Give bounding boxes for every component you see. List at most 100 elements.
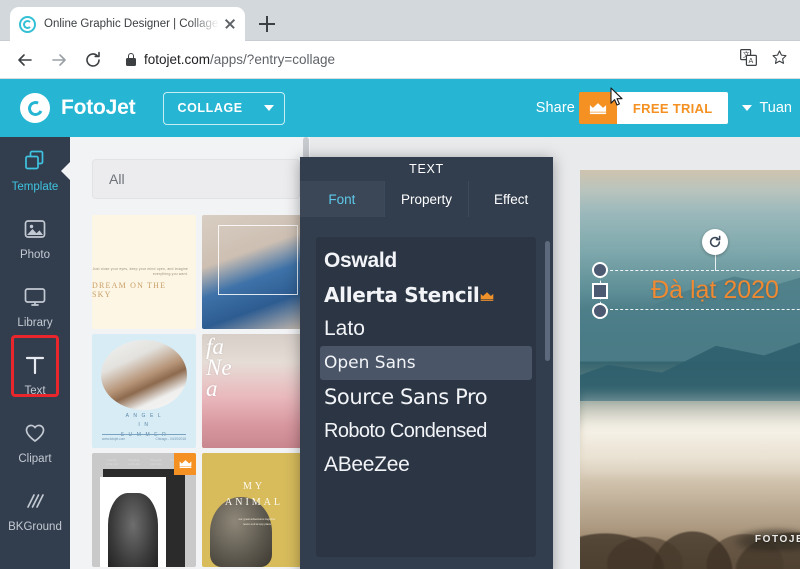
canvas-text-value: Đà lạt 2020 [651,275,779,304]
divider [102,434,186,435]
omnibar-icons: 文 A [740,48,800,71]
fotojet-watermark: FOTOJET [754,534,800,545]
template-card-blue-fabric[interactable] [202,215,306,329]
template-card-my-animal[interactable]: MY ANIMAL our great adventures together … [202,453,306,567]
forward-arrow-icon[interactable] [42,43,76,77]
premium-crown-icon [480,283,494,307]
premium-crown-icon [174,453,196,475]
new-tab-button[interactable] [255,12,279,36]
font-option-open-sans[interactable]: Open Sans [320,346,532,380]
template-card-subtitle: our great adventures together never end … [238,517,276,526]
handle-bottom-left[interactable] [592,303,608,319]
address-bar[interactable]: fotojet.com/apps/?entry=collage [114,47,734,73]
url-text: fotojet.com/apps/?entry=collage [144,52,335,67]
reload-icon[interactable] [76,43,110,77]
template-card-title-line1: MY [242,481,266,492]
rotate-handle[interactable] [702,229,728,255]
template-card-caption: Just close your eyes, keep your mind ope… [92,266,188,276]
sidebar-item-photo[interactable]: Photo [0,205,70,273]
screen: Online Graphic Designer | Collage fotoje… [0,0,800,569]
fotojet-favicon-icon [19,15,36,33]
tab-effect[interactable]: Effect [469,181,553,217]
url-path: /apps/?entry=collage [210,52,335,67]
template-card-script-text: fa Ne a [206,334,232,402]
font-option-abeezee[interactable]: ABeeZee [316,448,536,482]
text-panel-tabs: Font Property Effect [300,181,553,217]
mouse-cursor [610,87,623,106]
template-filter-dropdown[interactable]: All [92,159,300,199]
mode-dropdown-label: COLLAGE [177,101,243,115]
font-option-source-sans-pro[interactable]: Source Sans Pro [316,380,536,414]
font-option-allerta-stencil[interactable]: Allerta Stencil [316,278,536,312]
free-trial-label: FREE TRIAL [616,92,729,124]
font-list[interactable]: Oswald Allerta Stencil Lato Open Sans So… [316,237,536,557]
url-domain: fotojet.com [144,52,211,67]
back-arrow-icon[interactable] [8,43,42,77]
chevron-down-icon [742,105,753,111]
font-option-roboto-condensed[interactable]: Roboto Condensed [316,414,536,448]
user-menu[interactable]: Tuan [742,100,800,116]
sidebar-item-text[interactable]: Text [0,341,70,409]
translate-icon[interactable]: 文 A [740,48,757,71]
close-icon[interactable] [221,15,239,33]
tab-font[interactable]: Font [300,181,385,217]
browser-tab-title: Online Graphic Designer | Collage [44,18,219,30]
sidebar-item-label: Photo [19,249,51,261]
font-option-label: Allerta Stencil [324,283,480,307]
browser-toolbar: fotojet.com/apps/?entry=collage 文 A [0,41,800,79]
sidebar-item-label: BKGround [8,521,62,533]
hatch-pattern-icon [23,489,47,516]
template-card-portrait [108,493,158,567]
sidebar-item-label: Library [17,317,53,329]
template-grid: Just close your eyes, keep your mind ope… [92,215,306,569]
template-card-hand-lettering-pink[interactable]: fa Ne a [202,334,306,448]
text-panel: TEXT Font Property Effect Oswald Allerta… [300,157,553,569]
sidebar-item-template[interactable]: Template [0,137,71,205]
chevron-down-icon [264,105,275,111]
templates-panel: All Just close your eyes, keep your mind… [70,137,310,569]
fotojet-logo-icon [20,93,50,123]
template-card-frame [218,225,298,295]
svg-text:A: A [749,57,754,65]
font-option-oswald[interactable]: Oswald [316,244,536,278]
font-option-lato[interactable]: Lato [316,312,536,346]
mode-dropdown[interactable]: COLLAGE [163,91,286,125]
text-t-icon [23,353,47,380]
template-filter-value: All [109,171,125,187]
template-card-angel-in-summer[interactable]: A N G E L I N S U M M E R www.fotojet.co… [92,334,196,448]
template-card-title: DREAM ON THE SKY [92,281,167,299]
bookmark-star-icon[interactable] [771,49,788,71]
font-option-label: Oswald [324,249,397,272]
app-header: FotoJet COLLAGE Share FREE TRIAL Tuan [0,79,800,137]
sidebar-item-library[interactable]: Library [0,273,70,341]
template-card-photo [101,340,187,410]
template-card-footer: www.fotojet.com Chicago - 04/19/2018 [102,437,186,441]
template-card-title-line2: ANIMAL [225,497,283,508]
tool-rail: Template Photo Library Text Clipart BKGr… [0,137,71,569]
brand-logo[interactable]: FotoJet [20,93,136,123]
sidebar-item-clipart[interactable]: Clipart [0,409,70,477]
template-card-dream-on-the-sky[interactable]: Just close your eyes, keep your mind ope… [92,215,196,329]
browser-tab[interactable]: Online Graphic Designer | Collage [10,7,245,41]
text-panel-title: TEXT [409,162,444,176]
rotate-handle-stem [715,255,716,271]
header-actions: Share FREE TRIAL Tuan [536,79,800,137]
font-option-label: Roboto Condensed [324,419,487,442]
share-button[interactable]: Share [536,100,581,116]
free-trial-button[interactable]: FREE TRIAL [578,92,729,124]
sidebar-item-bkground[interactable]: BKGround [0,477,70,545]
font-option-label: Source Sans Pro [324,385,488,409]
handle-top-left[interactable] [592,262,608,278]
monitor-icon [23,285,47,312]
handle-middle-left[interactable] [592,283,608,299]
tab-property[interactable]: Property [385,181,470,217]
font-list-scrollbar[interactable] [545,241,550,361]
template-card-grey-poster-portrait[interactable]: Feel the in the view Simplicity in the d… [92,453,196,567]
heart-icon [23,421,47,448]
canvas-text-object[interactable]: Đà lạt 2020 [592,229,800,319]
sidebar-item-label: Clipart [18,453,52,465]
template-card-caption: A N G E L I N S U M M E R [121,413,166,438]
user-name: Tuan [759,100,792,116]
canvas-document[interactable]: FOTOJET Đà lạt 2020 [580,170,800,569]
sidebar-item-label: Text [24,385,46,397]
